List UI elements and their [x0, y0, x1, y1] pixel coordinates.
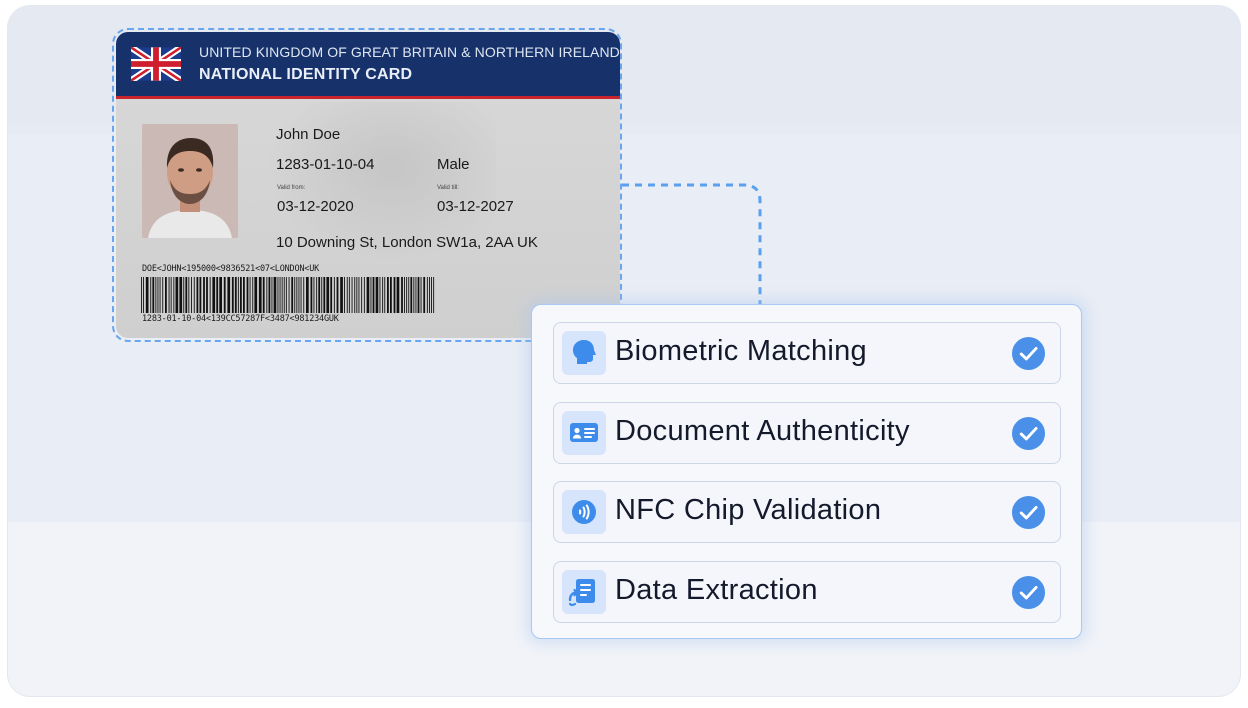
holder-sex: Male — [437, 156, 470, 173]
valid-from-label: Valid from: — [277, 185, 306, 191]
check-icon — [1011, 416, 1046, 451]
document-extract-icon — [562, 570, 606, 614]
card-header: UNITED KINGDOM OF GREAT BRITAIN & NORTHE… — [116, 32, 620, 99]
check-icon — [1011, 495, 1046, 530]
id-card-icon — [562, 411, 606, 455]
check-label: Document Authenticity — [615, 415, 910, 447]
check-icon — [1011, 575, 1046, 610]
holder-address: 10 Downing St, London SW1a, 2AA UK — [276, 234, 538, 251]
connector-line — [622, 183, 762, 304]
mrz-line-1: DOE<JOHN<195000<9836521<07<LONDON<UK — [142, 264, 320, 274]
valid-from-date: 03-12-2020 — [277, 198, 354, 215]
nfc-icon — [562, 490, 606, 534]
verification-panel: Biometric Matching Document Authenticity — [531, 304, 1082, 639]
check-item-biometric-matching[interactable]: Biometric Matching — [553, 322, 1061, 384]
check-label: Data Extraction — [615, 574, 818, 606]
id-number: 1283-01-10-04 — [276, 156, 375, 173]
check-item-document-authenticity[interactable]: Document Authenticity — [553, 402, 1061, 464]
card-country: UNITED KINGDOM OF GREAT BRITAIN & NORTHE… — [199, 44, 620, 60]
barcode — [141, 277, 435, 313]
check-item-data-extraction[interactable]: Data Extraction — [553, 561, 1061, 623]
check-label: Biometric Matching — [615, 335, 867, 367]
valid-till-date: 03-12-2027 — [437, 198, 514, 215]
portrait-photo — [142, 124, 238, 238]
check-icon — [1011, 336, 1046, 371]
valid-till-label: Valid till: — [437, 185, 459, 191]
holder-name: John Doe — [276, 126, 341, 143]
card-type: NATIONAL IDENTITY CARD — [199, 66, 413, 83]
check-label: NFC Chip Validation — [615, 494, 882, 526]
union-jack-flag-icon — [131, 47, 181, 81]
mrz-line-2: 1283-01-10-04<139CC57287F<3487<981234GUK — [142, 314, 339, 324]
id-card: UNITED KINGDOM OF GREAT BRITAIN & NORTHE… — [116, 32, 620, 338]
head-profile-icon — [562, 331, 606, 375]
portrait-image — [142, 124, 238, 238]
check-item-nfc-chip-validation[interactable]: NFC Chip Validation — [553, 481, 1061, 543]
